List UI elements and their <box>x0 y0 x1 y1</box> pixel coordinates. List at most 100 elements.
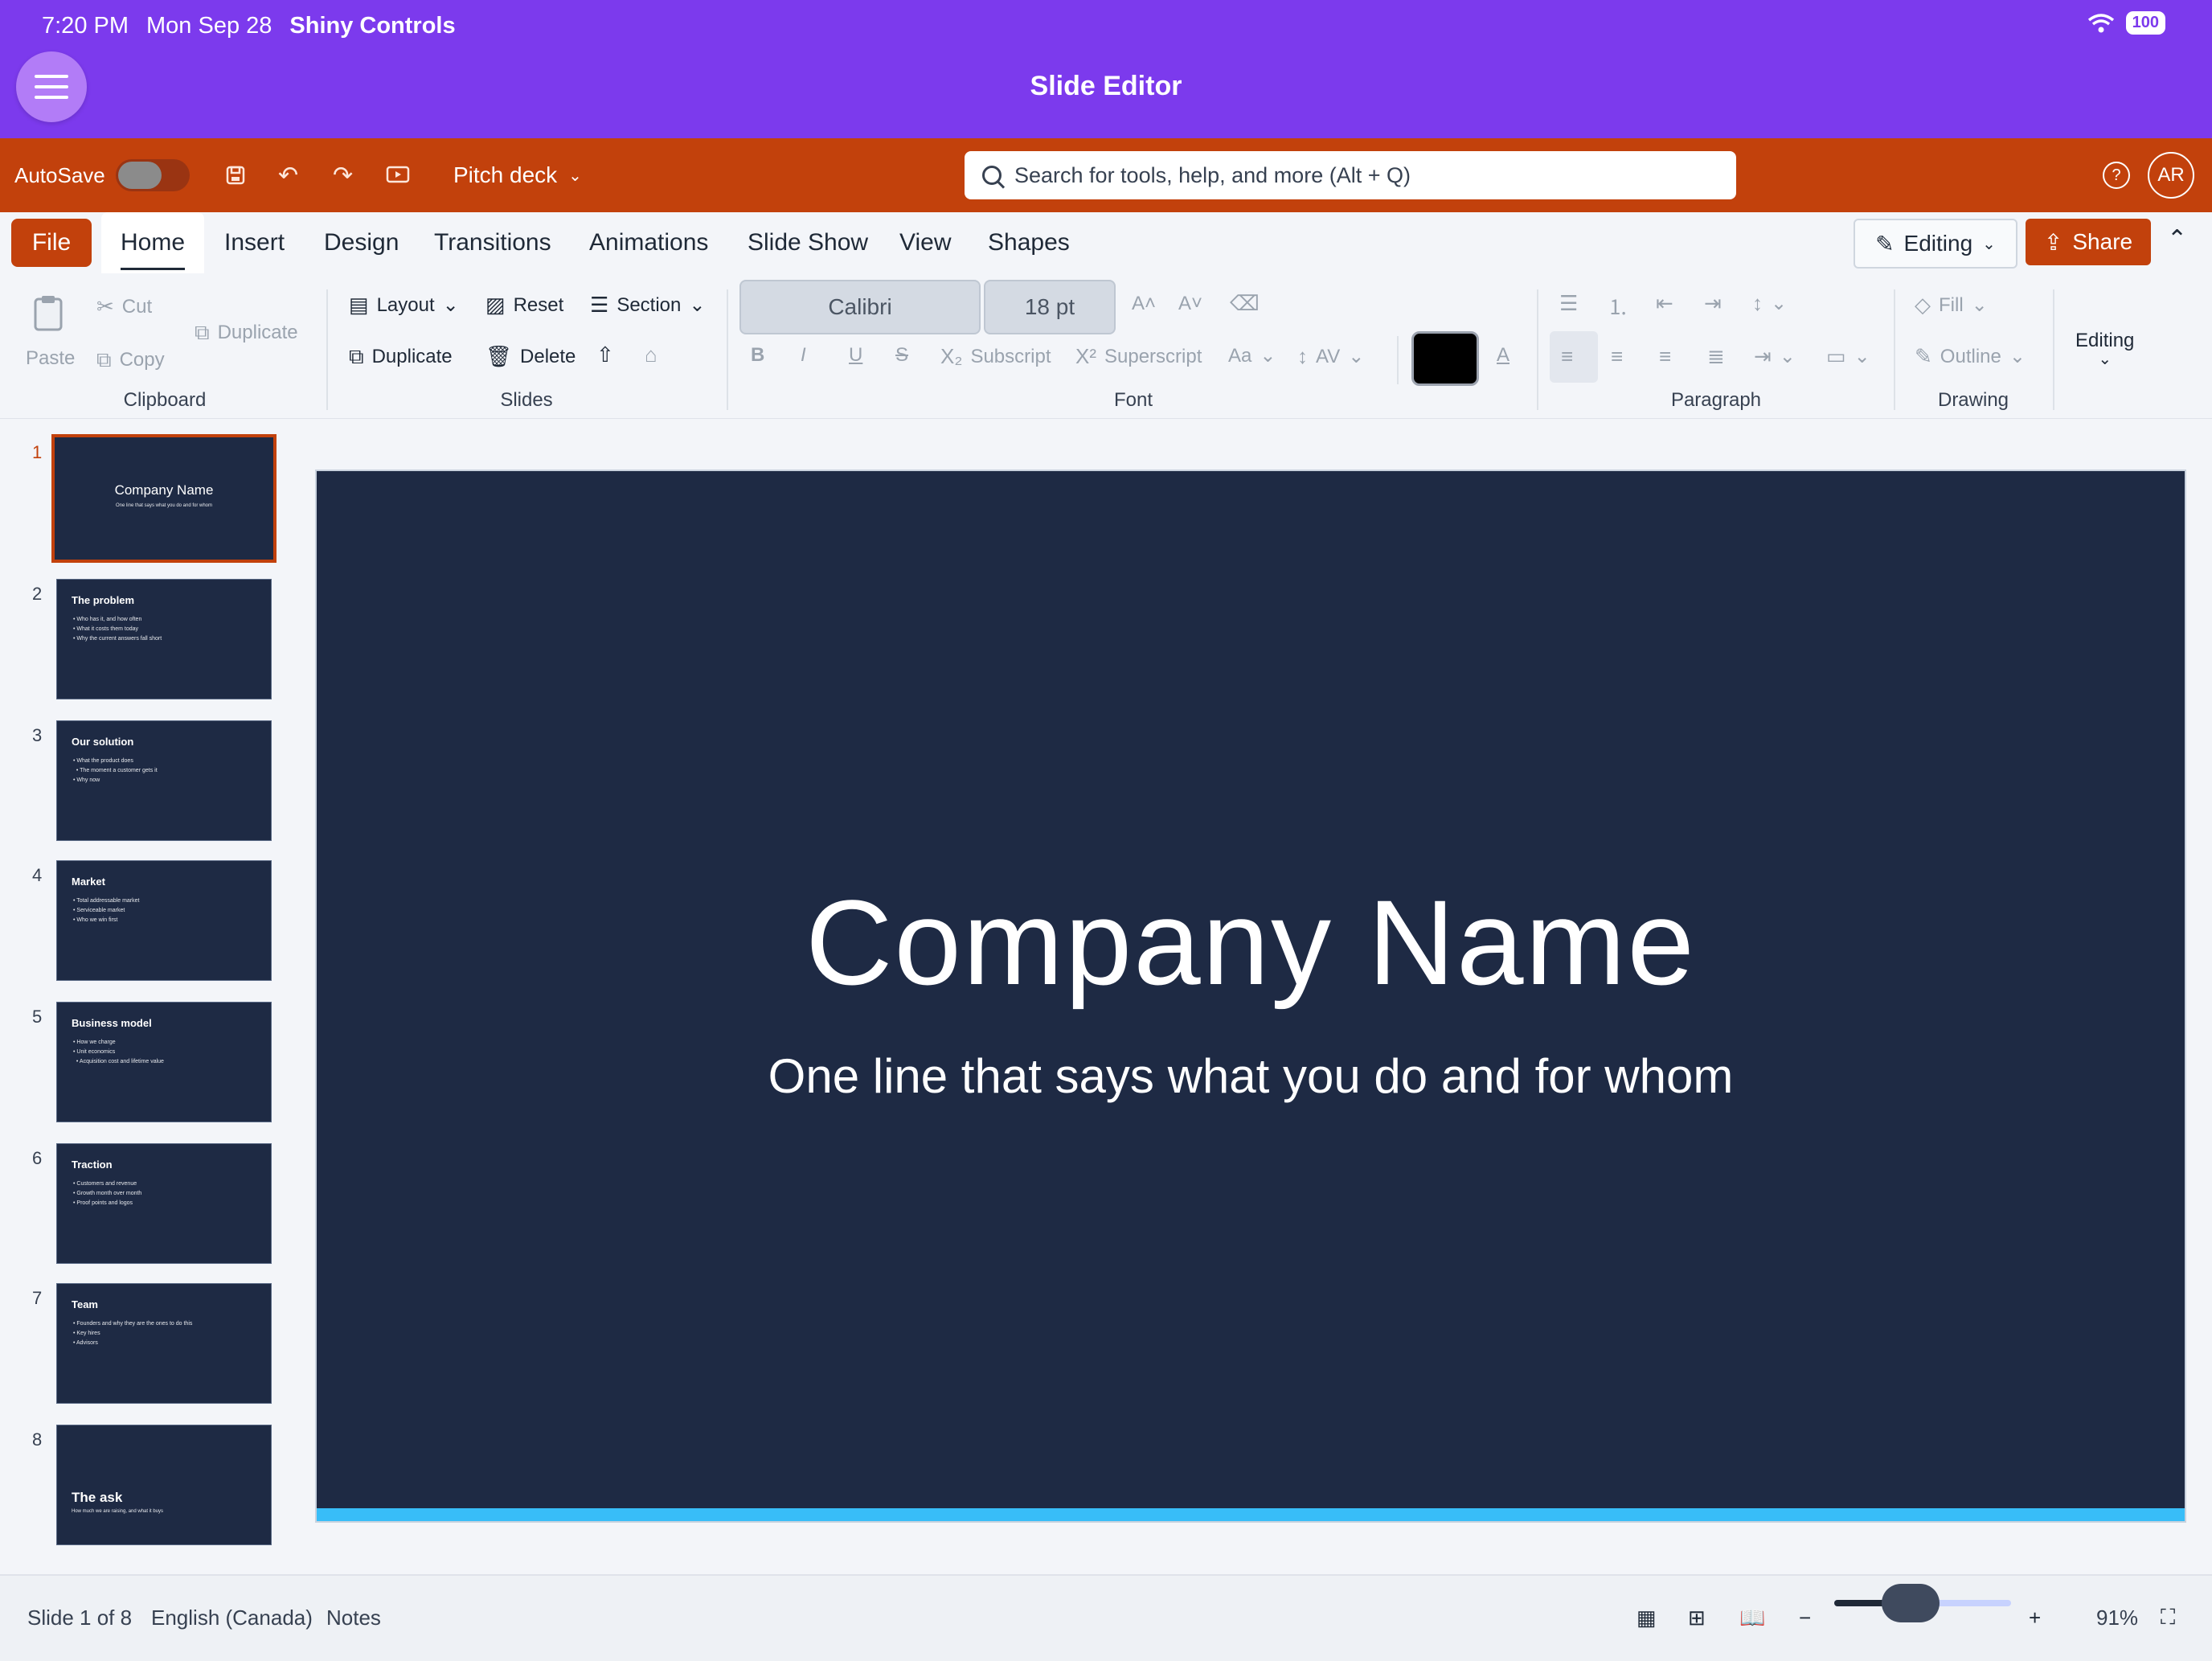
copy-button[interactable]: ⧉ Copy <box>96 347 165 373</box>
help-button[interactable]: ? <box>2103 138 2130 212</box>
editing-group-button[interactable]: Editing ⌄ <box>2075 330 2134 367</box>
reading-view-button[interactable]: 📖 <box>1739 1576 1765 1659</box>
slide-thumbnail-5[interactable]: Business model • How we charge • Unit ec… <box>56 1002 272 1122</box>
underline-button[interactable]: U <box>849 344 862 367</box>
font-color-swatch[interactable] <box>1411 331 1479 386</box>
slide-thumbnail-3[interactable]: Our solution • What the product does • T… <box>56 720 272 841</box>
align-left-highlight <box>1550 331 1598 383</box>
slide-sorter-button[interactable]: ⊞ <box>1688 1576 1706 1659</box>
shape-fill-dropdown[interactable]: ◇ Fill ⌄ <box>1915 293 1988 318</box>
tab-home[interactable]: Home <box>101 212 205 273</box>
text-direction-dropdown[interactable]: ⇥ ⌄ <box>1754 344 1796 369</box>
increase-indent-button[interactable]: ⇥ <box>1704 291 1722 316</box>
slide-thumbnail-1[interactable]: Company Name One line that says what you… <box>51 434 276 563</box>
zoom-in-button[interactable]: + <box>2029 1576 2041 1659</box>
tab-insert[interactable]: Insert <box>224 212 285 273</box>
superscript-button[interactable]: X² Superscript <box>1075 344 1202 369</box>
slide-canvas[interactable]: Company Name One line that says what you… <box>317 471 2185 1521</box>
search-box[interactable]: Search for tools, help, and more (Alt + … <box>965 151 1736 199</box>
slide-thumbnail-8[interactable]: The ask How much we are raising, and wha… <box>56 1425 272 1545</box>
justify-button[interactable]: ≣ <box>1707 344 1725 369</box>
clipboard-duplicate-button[interactable]: ⧉ Duplicate <box>195 320 298 346</box>
slide-thumbnail-7[interactable]: Team • Founders and why they are the one… <box>56 1283 272 1404</box>
change-case-dropdown[interactable]: Aa ⌄ <box>1228 344 1276 367</box>
subscript-button[interactable]: X₂ Subscript <box>940 344 1051 369</box>
subscript-icon: X₂ <box>940 344 963 368</box>
present-button[interactable] <box>386 138 410 212</box>
font-family-select[interactable]: Calibri <box>739 280 981 334</box>
collapse-ribbon-button[interactable]: ⌃ <box>2167 225 2187 253</box>
underline-icon: U <box>849 344 863 366</box>
normal-view-button[interactable]: ▦ <box>1636 1576 1657 1659</box>
zoom-slider[interactable] <box>1834 1584 2011 1622</box>
align-right-button[interactable]: ≡ <box>1659 344 1671 369</box>
duplicate-slide-button[interactable]: ⧉ Duplicate <box>349 344 453 370</box>
increase-font-button[interactable]: A˄ <box>1132 293 1156 315</box>
character-spacing-dropdown[interactable]: ↕ AV ⌄ <box>1297 344 1364 369</box>
tab-animations[interactable]: Animations <box>589 212 708 273</box>
align-left-button[interactable]: ≡ <box>1561 344 1573 369</box>
align-text-dropdown[interactable]: ▭ ⌄ <box>1826 344 1870 369</box>
layout-icon: ▤ <box>349 293 369 317</box>
battery-indicator: 100 <box>2125 11 2165 35</box>
language-button[interactable]: English (Canada) <box>151 1576 313 1659</box>
autosave-toggle[interactable] <box>116 138 190 212</box>
thumbnail-title: Team <box>72 1298 98 1310</box>
delete-slide-button[interactable]: 🗑 Delete <box>485 344 576 369</box>
tab-view[interactable]: View <box>899 212 951 273</box>
align-right-icon: ≡ <box>1659 344 1672 368</box>
thumbnail-bullet: • Growth month over month <box>73 1191 142 1196</box>
tab-shapes[interactable]: Shapes <box>988 212 1070 273</box>
italic-button[interactable]: I <box>801 344 806 367</box>
file-tab[interactable]: File <box>11 219 92 267</box>
bullets-button[interactable]: ☰ <box>1559 291 1578 316</box>
paste-button[interactable] <box>32 294 64 331</box>
chevron-down-icon: ⌄ <box>1779 346 1796 367</box>
share-button[interactable]: ⇪ Share <box>2026 219 2151 265</box>
notes-button[interactable]: Notes <box>326 1576 381 1659</box>
fit-to-window-button[interactable]: ⛶ <box>2161 1576 2175 1659</box>
font-size-select[interactable]: 18 pt <box>984 280 1116 334</box>
user-avatar[interactable]: AR <box>2148 138 2194 212</box>
slide-thumbnail-6[interactable]: Traction • Customers and revenue • Growt… <box>56 1143 272 1264</box>
cut-button[interactable]: ✂ Cut <box>96 294 152 319</box>
slide-thumbnail-panel: 1 Company Name One line that says what y… <box>0 418 297 1576</box>
strikethrough-button[interactable]: S <box>895 344 908 367</box>
zoom-level[interactable]: 91% <box>2096 1576 2138 1659</box>
editing-mode-dropdown[interactable]: ✎ Editing ⌄ <box>1854 219 2017 269</box>
numbering-button[interactable]: ⒈ <box>1608 291 1628 321</box>
decrease-indent-button[interactable]: ⇤ <box>1656 291 1673 316</box>
shape-outline-dropdown[interactable]: ✎ Outline ⌄ <box>1915 344 2026 369</box>
chevron-down-icon: ⌄ <box>1982 235 1996 253</box>
thumbnail-title: The ask <box>72 1490 123 1505</box>
clear-formatting-button[interactable]: ⌫ <box>1230 291 1260 316</box>
zoom-slider-thumb[interactable] <box>1882 1584 1940 1622</box>
slide-thumbnail-2[interactable]: The problem • Who has it, and how often … <box>56 579 272 699</box>
undo-button[interactable]: ↶ <box>278 138 298 212</box>
book-icon: 📖 <box>1739 1605 1766 1630</box>
slide-title[interactable]: Company Name <box>317 873 2185 1012</box>
tab-design[interactable]: Design <box>324 212 399 273</box>
reset-button[interactable]: ▨ Reset <box>485 293 563 318</box>
shape-outline-label: Outline <box>1940 345 2001 367</box>
tab-slide-show[interactable]: Slide Show <box>748 212 868 273</box>
font-color-button[interactable]: A <box>1497 344 1509 367</box>
indent-icon: ⇥ <box>1704 291 1722 315</box>
share-icon: ⇪ <box>2043 229 2063 255</box>
decrease-font-button[interactable]: A˅ <box>1178 293 1202 315</box>
redo-button[interactable]: ↷ <box>333 138 353 212</box>
align-center-button[interactable]: ≡ <box>1611 344 1623 369</box>
slide-thumbnail-4[interactable]: Market • Total addressable market • Serv… <box>56 860 272 981</box>
tab-transitions[interactable]: Transitions <box>434 212 551 273</box>
save-button[interactable] <box>225 138 246 212</box>
export-slide-button[interactable]: ⇧ <box>596 342 614 367</box>
format-painter-button[interactable]: ⌂ <box>645 342 657 367</box>
layout-dropdown[interactable]: ▤ Layout ⌄ <box>349 293 459 318</box>
slide-subtitle[interactable]: One line that says what you do and for w… <box>317 1048 2185 1104</box>
line-spacing-dropdown[interactable]: ↕ ⌄ <box>1752 291 1787 316</box>
copy-label: Copy <box>119 349 165 371</box>
document-name-dropdown[interactable]: Pitch deck ⌄ <box>453 138 582 212</box>
bold-button[interactable]: B <box>751 344 764 367</box>
section-dropdown[interactable]: ☰ Section ⌄ <box>590 293 705 318</box>
zoom-out-button[interactable]: − <box>1799 1576 1811 1659</box>
